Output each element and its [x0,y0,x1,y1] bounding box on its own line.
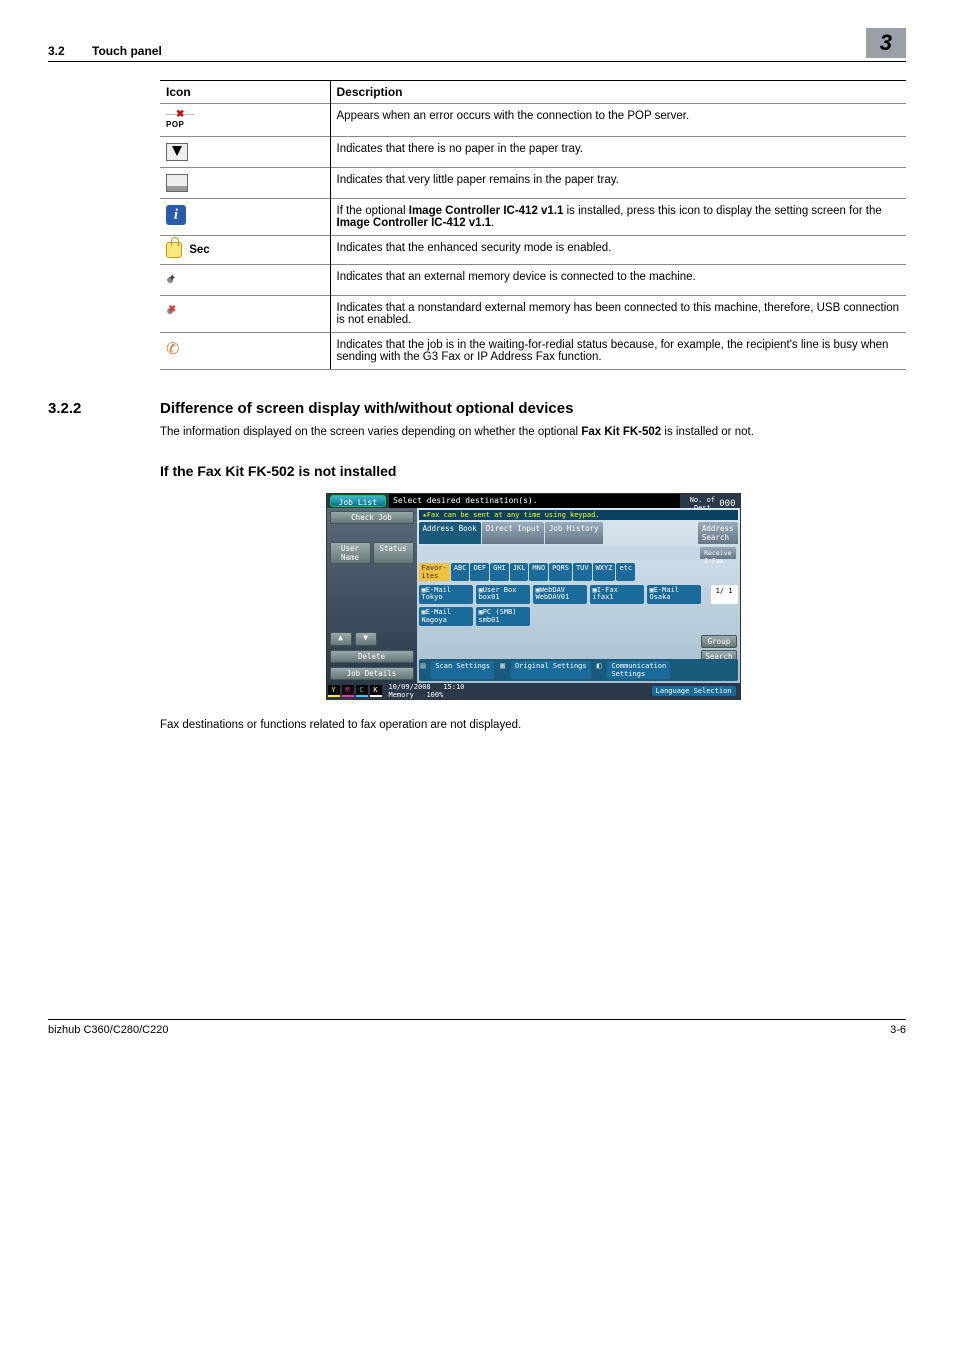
status-bar: Y M C K 10/09/2008 15:10 Memory 100% Lan… [327,683,740,699]
instruction-text: Select desired destination(s). [389,494,679,508]
sub-heading: If the Fax Kit FK-502 is not installed [160,463,906,479]
alpha-key[interactable]: JKL [510,563,529,581]
doc-icon: ▤ [421,661,426,679]
delete-button[interactable]: Delete [330,650,414,663]
footer-model: bizhub C360/C280/C220 [48,1024,168,1036]
memory-label: Memory [389,691,414,699]
job-details-button[interactable]: Job Details [330,667,414,680]
check-job-button[interactable]: Check Job [330,511,414,524]
security-icon [166,242,182,258]
communication-settings-button[interactable]: Communication Settings [607,661,670,679]
caption-text: Fax destinations or functions related to… [160,718,906,734]
table-row: Indicates that a nonstandard external me… [160,296,906,333]
table-row: Indicates that there is no paper in the … [160,137,906,168]
dest-card[interactable]: ▣E-MailOsaka [647,585,701,604]
comm-icon: ◧ [597,661,602,679]
table-row: Indicates that very little paper remains… [160,168,906,199]
ext-memory-icon [166,271,184,289]
alpha-key[interactable]: ABC [451,563,470,581]
footer-page-number: 3-6 [890,1024,906,1036]
status-time: 15:10 [443,683,464,691]
dest-card[interactable]: ▣E-MailTokyo [419,585,473,604]
original-settings-button[interactable]: Original Settings [511,661,591,679]
chapter-badge: 3 [866,28,906,58]
scroll-down-button[interactable]: ▼ [355,632,377,646]
table-row: Sec Indicates that the enhanced security… [160,236,906,265]
receive-ifax-button[interactable]: Receive I-Fax [700,547,735,559]
page-header: 3.2 Touch panel 3 [48,28,906,62]
hint-bar: ★Fax can be sent at any time using keypa… [419,510,738,520]
status-tab[interactable]: Status [373,542,414,564]
memory-value: 100% [426,691,443,699]
tab-job-history[interactable]: Job History [545,522,603,544]
icon-description-table: Icon Description —✖— POP Appears when an… [160,80,906,370]
alpha-key[interactable]: etc [616,563,635,581]
alpha-key[interactable]: PQRS [549,563,572,581]
user-name-tab[interactable]: User Name [330,542,371,564]
page-icon: ▦ [500,661,505,679]
table-header-icon: Icon [160,81,330,104]
right-panel: ★Fax can be sent at any time using keypa… [417,508,740,683]
table-header-desc: Description [330,81,906,104]
tab-address-book[interactable]: Address Book [419,522,481,544]
table-row: i If the optional Image Controller IC-41… [160,199,906,236]
scroll-up-button[interactable]: ▲ [330,632,352,646]
scan-settings-button[interactable]: Scan Settings [431,661,494,679]
dest-card[interactable]: ▣I-Faxifax1 [590,585,644,604]
dest-card[interactable]: ▣PC (SMB)smb01 [476,607,530,626]
dest-card[interactable]: ▣WebDAVWebDAV01 [533,585,587,604]
subsection-heading: 3.2.2Difference of screen display with/w… [48,400,906,417]
mfd-screenshot: Job List Select desired destination(s). … [160,493,906,700]
language-selection-button[interactable]: Language Selection [652,686,736,696]
alpha-key[interactable]: TUV [573,563,592,581]
left-panel: Check Job User Name Status ▲ ▼ Delete Jo… [327,508,417,683]
table-row: Indicates that an external memory device… [160,265,906,296]
alpha-key[interactable]: WXYZ [593,563,616,581]
job-list-button[interactable]: Job List [330,495,387,507]
info-icon: i [166,205,186,225]
alphabet-filter: Favor- ites ABC DEF GHI JKL MNO PQRS TUV… [419,563,738,581]
group-button[interactable]: Group [701,635,736,648]
dest-card[interactable]: ▣User Boxbox01 [476,585,530,604]
alpha-key[interactable]: DEF [470,563,489,581]
redial-wait-icon: ✆ [166,339,184,357]
tab-address-search[interactable]: Address Search [698,522,738,544]
section-title: Touch panel [92,44,162,58]
pop-error-icon: —✖— POP [166,110,194,130]
tab-direct-input[interactable]: Direct Input [482,522,544,544]
low-paper-icon [166,174,188,192]
page-footer: bizhub C360/C280/C220 3-6 [48,1019,906,1036]
alpha-key[interactable]: MNO [529,563,548,581]
no-paper-icon [166,143,188,161]
intro-paragraph: The information displayed on the screen … [160,425,906,441]
dest-card[interactable]: ▣E-MailNagoya [419,607,473,626]
favorites-tab[interactable]: Favor- ites [419,563,450,581]
status-date: 10/09/2008 [389,683,431,691]
alpha-key[interactable]: GHI [490,563,509,581]
toner-levels: Y M C K [327,685,383,697]
page-indicator: 1/ 1 [711,585,738,604]
table-row: —✖— POP Appears when an error occurs wit… [160,104,906,137]
section-number: 3.2 [48,44,65,58]
ext-memory-disabled-icon [166,302,184,320]
table-row: ✆ Indicates that the job is in the waiti… [160,333,906,370]
